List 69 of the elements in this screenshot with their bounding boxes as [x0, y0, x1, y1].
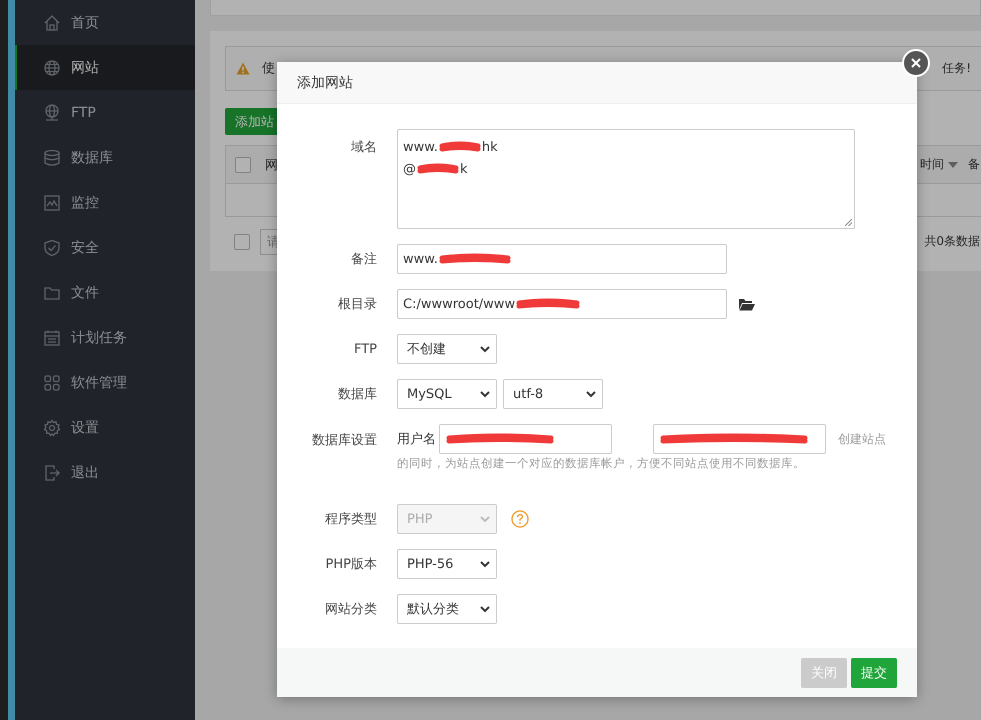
field-label: 根目录 [337, 296, 377, 313]
sidebar-item[interactable]: 监控 [15, 180, 195, 225]
calendar-icon [43, 328, 61, 346]
settings-icon [43, 418, 61, 436]
caret-icon [948, 162, 958, 168]
field-label: 程序类型 [324, 511, 377, 528]
chevron-icon [480, 606, 490, 612]
dropdown[interactable]: 默认分类 [397, 594, 497, 624]
sidebar-item[interactable]: 数据库 [15, 135, 195, 180]
notice-text: 任务! [942, 60, 971, 77]
logout-icon [43, 464, 61, 482]
dropdown[interactable]: utf-8 [503, 379, 603, 409]
field-label: 数据库 [337, 386, 377, 403]
text-fragment: @ [403, 162, 416, 176]
sidebar-item[interactable]: 网站 [15, 45, 195, 90]
dropdown[interactable]: 不创建 [397, 334, 497, 364]
field-label: PHP版本 [324, 556, 377, 573]
text-fragment: www. [403, 140, 438, 154]
sidebar-item[interactable]: 安全 [15, 225, 195, 270]
sidebar-item[interactable]: 文件 [15, 270, 195, 315]
chart-icon [43, 194, 61, 212]
field-label: 用户名 [397, 431, 436, 448]
total-count: 共0条数据 [924, 233, 980, 250]
warning-icon [236, 62, 250, 75]
home-icon [43, 14, 61, 32]
sidebar-item[interactable]: FTP [15, 90, 195, 135]
chevron-icon [480, 346, 490, 352]
column-header: 备 [968, 156, 980, 174]
checkbox[interactable] [234, 234, 250, 250]
input-field[interactable]: C:/wwwroot/www [397, 289, 727, 319]
column-header[interactable]: 时间 [920, 156, 944, 174]
sidebar-item[interactable]: 首页 [15, 0, 195, 45]
globe-icon [43, 58, 61, 76]
field-label: 域名 [350, 139, 377, 156]
help-text: 创建站点 [838, 430, 886, 448]
field-label: FTP [352, 342, 377, 356]
dialog-title: 添加网站 [297, 74, 353, 92]
field-label: 数据库设置 [311, 432, 377, 449]
input-field[interactable] [439, 424, 612, 454]
close-icon [911, 58, 921, 68]
text-area[interactable]: www. hk @ k [397, 129, 855, 229]
chevron-icon [480, 390, 490, 398]
dropdown[interactable]: PHP-56 [397, 549, 497, 579]
notice-text: 使 [262, 60, 275, 78]
chevron-icon [586, 390, 596, 398]
globe-icon [43, 104, 61, 122]
column-header: 网 [265, 156, 278, 174]
resize-handle-icon[interactable] [845, 219, 852, 226]
input-field[interactable]: www. [397, 244, 727, 274]
checkbox[interactable] [235, 156, 251, 173]
sidebar-item[interactable]: 软件管理 [15, 360, 195, 405]
field-label: 网站分类 [324, 601, 377, 618]
dropdown[interactable]: MySQL [397, 379, 497, 409]
help-text: 的同时，为站点创建一个对应的数据库帐户，方便不同站点使用不同数据库。 [397, 456, 806, 471]
sidebar-item[interactable]: 计划任务 [15, 315, 195, 360]
field-label: 备注 [350, 251, 377, 268]
text-fragment: hk [482, 140, 498, 154]
text-fragment: k [460, 162, 468, 176]
shield-icon [43, 238, 61, 256]
sidebar-item[interactable]: 退出 [15, 450, 195, 495]
folder-icon[interactable] [739, 298, 755, 310]
help-icon[interactable] [511, 510, 529, 528]
grid-icon [43, 374, 61, 392]
submit-button[interactable]: 提交 [851, 658, 897, 688]
input-field[interactable] [653, 424, 826, 454]
sidebar-item[interactable]: 设置 [15, 405, 195, 450]
database-icon [43, 148, 61, 166]
chevron-icon [480, 560, 490, 568]
chevron-icon [480, 516, 490, 522]
